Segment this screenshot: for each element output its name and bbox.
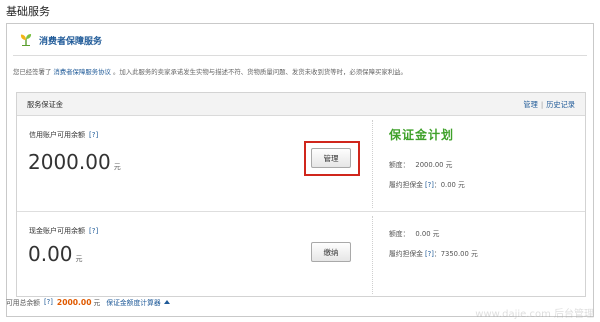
manage-button[interactable]: 管理 (311, 148, 351, 168)
pay-button[interactable]: 缴纳 (311, 242, 351, 262)
caret-up-icon[interactable] (163, 300, 170, 304)
credit-balance-label: 信用账户可用余额 [?] (29, 130, 98, 140)
link-separator: | (540, 100, 544, 109)
deposit-plan-logo: 保证金计划 (389, 128, 455, 142)
cash-help-link[interactable]: [?] (89, 227, 98, 235)
cash-quota: 额度： 0.00 元 (389, 228, 439, 238)
credit-guarantee-value: ：0.00 元 (433, 181, 465, 189)
agreement-notice: 您已经签署了 消费者保障服务协议 。加入此服务的卖家承诺发生实物与描述不符、货物… (13, 67, 407, 76)
cash-guarantee-value: ：7350.00 元 (433, 250, 478, 258)
total-amount: 2000.00 (56, 297, 92, 307)
cash-guarantee-label: 履约担保金 (389, 250, 423, 258)
cash-label-text: 现金账户可用余额 (29, 227, 85, 235)
credit-guarantee-label: 履约担保金 (389, 181, 423, 189)
deposit-panel: 服务保证金 管理 | 历史记录 信用账户可用余额 [?] 2000.00 元 管理 保证… (16, 92, 586, 297)
sprout-icon (19, 33, 33, 47)
cash-amount-value: 0.00 (28, 242, 73, 266)
panel-title: 服务保证金 (27, 100, 63, 109)
credit-guarantee-help-link[interactable]: [?] (425, 181, 434, 189)
cash-balance-label: 现金账户可用余额 [?] (29, 226, 98, 236)
credit-quota: 额度： 2000.00 元 (389, 159, 452, 169)
divider (13, 55, 587, 56)
credit-help-link[interactable]: [?] (89, 131, 98, 139)
total-unit: 元 (93, 299, 101, 307)
service-header: 消费者保障服务 (19, 32, 102, 48)
cash-account-section: 现金账户可用余额 [?] 0.00 元 缴纳 额度： 0.00 元 履约担保金 [?]：… (17, 212, 585, 298)
panel-header: 服务保证金 管理 | 历史记录 (17, 93, 585, 116)
credit-account-section: 信用账户可用余额 [?] 2000.00 元 管理 保证金计划 额度： 2000.00… (17, 116, 585, 212)
panel-links: 管理 | 历史记录 (523, 100, 575, 110)
credit-quota-label: 额度： (389, 161, 410, 169)
total-balance-bar: 可用总余额 [?] 2000.00 元 保证金额度计算器 (6, 297, 170, 307)
credit-balance-amount: 2000.00 元 (28, 150, 121, 174)
notice-prefix: 您已经签署了 (13, 68, 52, 76)
credit-amount-value: 2000.00 (28, 150, 111, 174)
consumer-protection-frame: 消费者保障服务 您已经签署了 消费者保障服务协议 。加入此服务的卖家承诺发生实物… (6, 23, 594, 317)
service-title: 消费者保障服务 (39, 36, 103, 47)
manage-link[interactable]: 管理 (523, 100, 537, 109)
credit-guarantee: 履约担保金 [?]：0.00 元 (389, 179, 465, 189)
history-link[interactable]: 历史记录 (546, 100, 575, 109)
cash-guarantee-help-link[interactable]: [?] (425, 250, 434, 258)
total-label: 可用总余额 (6, 299, 40, 307)
cash-balance-amount: 0.00 元 (28, 242, 83, 266)
calculator-link[interactable]: 保证金额度计算器 (106, 297, 160, 307)
vertical-divider (372, 216, 373, 294)
credit-quota-value: 2000.00 元 (415, 161, 453, 169)
page-title: 基础服务 (6, 5, 50, 18)
agreement-link[interactable]: 消费者保障服务协议 (53, 68, 111, 76)
watermark: www.dajie.com 后台管理 (475, 309, 594, 320)
credit-label-text: 信用账户可用余额 (29, 131, 85, 139)
cash-quota-label: 额度： (389, 230, 410, 238)
total-help-link[interactable]: [?] (44, 298, 53, 306)
credit-amount-unit: 元 (113, 163, 121, 171)
cash-quota-value: 0.00 元 (415, 230, 440, 238)
notice-suffix: 。加入此服务的卖家承诺发生实物与描述不符、货物质量问题、发货未收到货等时，必须保… (112, 68, 407, 76)
vertical-divider (372, 120, 373, 208)
cash-amount-unit: 元 (75, 255, 83, 263)
cash-guarantee: 履约担保金 [?]：7350.00 元 (389, 248, 478, 258)
